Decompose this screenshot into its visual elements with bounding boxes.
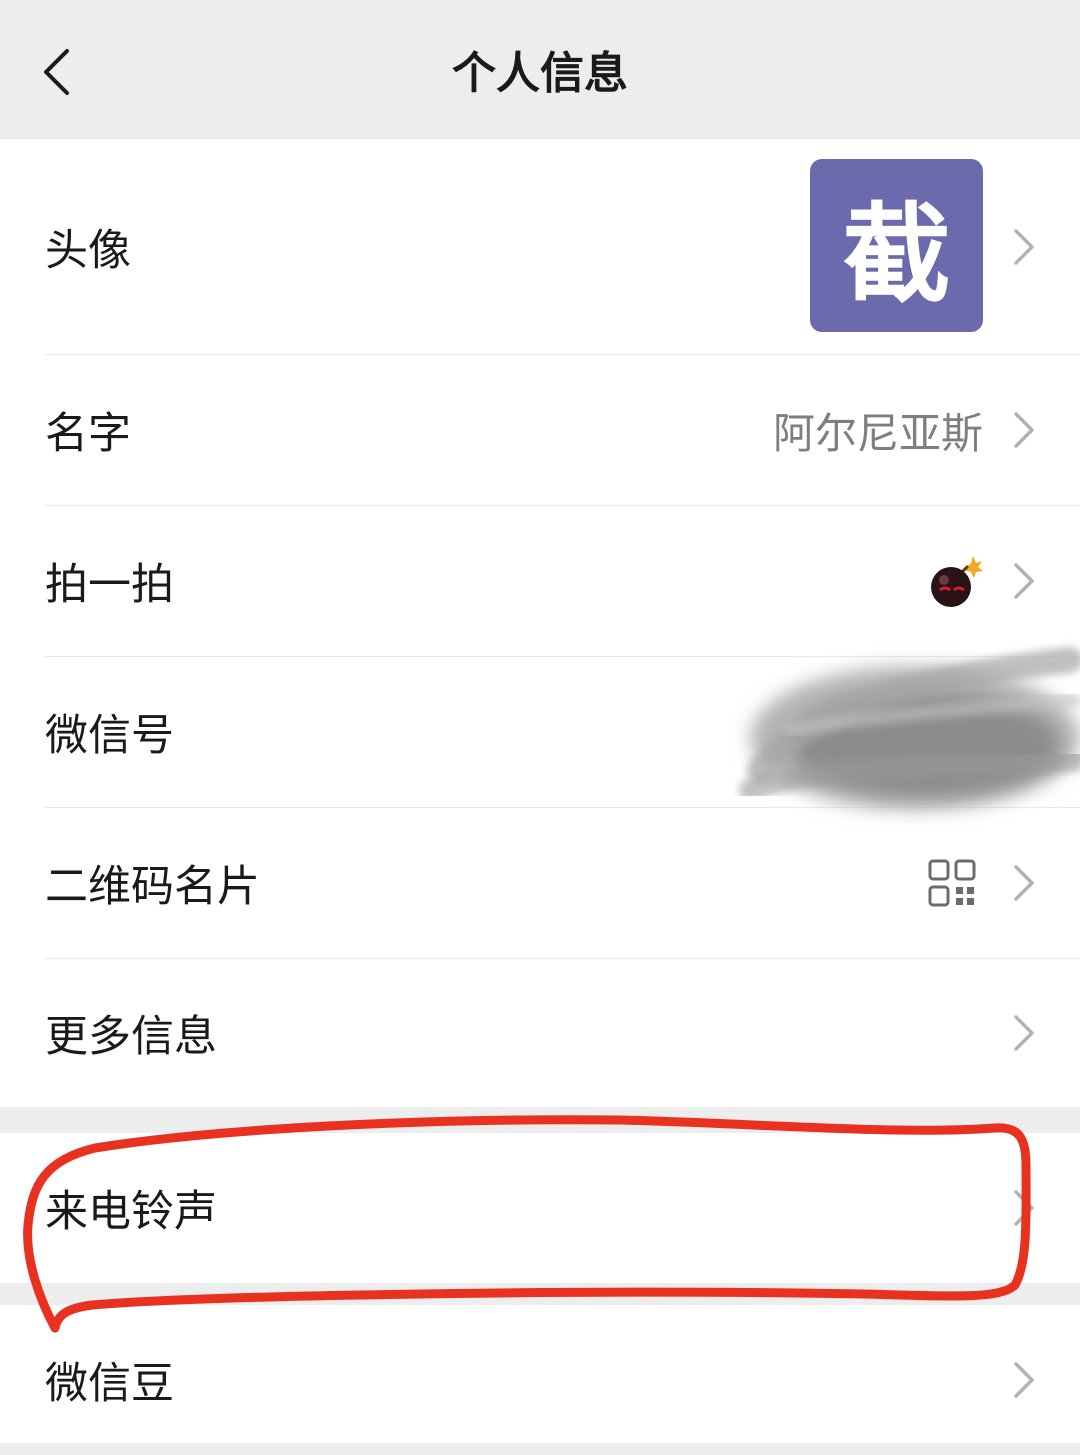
row-wechat-beans[interactable]: 微信豆 bbox=[0, 1305, 1080, 1455]
row-label: 更多信息 bbox=[45, 1012, 217, 1062]
avatar[interactable]: 截 bbox=[810, 159, 983, 332]
row-avatar[interactable]: 头像 截 bbox=[0, 139, 1080, 354]
navigation-bar: 个人信息 bbox=[0, 0, 1080, 139]
chevron-right-icon bbox=[1014, 1015, 1034, 1051]
row-label: 拍一拍 bbox=[45, 560, 174, 610]
row-label: 微信号 bbox=[45, 711, 174, 761]
row-name[interactable]: 名字 阿尔尼亚斯 bbox=[0, 355, 1080, 505]
chevron-right-icon bbox=[1014, 865, 1034, 901]
chevron-right-icon bbox=[1014, 412, 1034, 448]
profile-info-group: 头像 截 名字 阿尔尼亚斯 拍一拍 微信号 二维码名片 更多信息 bbox=[0, 139, 1080, 1107]
page-title: 个人信息 bbox=[452, 48, 628, 99]
row-label: 二维码名片 bbox=[45, 862, 260, 912]
chevron-right-icon bbox=[1014, 1362, 1034, 1398]
row-more-info[interactable]: 更多信息 bbox=[0, 959, 1080, 1107]
chevron-right-icon bbox=[1014, 563, 1034, 599]
wechat-beans-group: 微信豆 bbox=[0, 1305, 1080, 1443]
row-label: 名字 bbox=[45, 409, 131, 459]
row-qr-card[interactable]: 二维码名片 bbox=[0, 808, 1080, 958]
name-value: 阿尔尼亚斯 bbox=[772, 408, 983, 458]
row-pat[interactable]: 拍一拍 bbox=[0, 506, 1080, 656]
row-ringtone[interactable]: 来电铃声 bbox=[0, 1133, 1080, 1283]
ringtone-group: 来电铃声 bbox=[0, 1133, 1080, 1283]
row-label: 头像 bbox=[45, 225, 131, 276]
chevron-right-icon bbox=[1014, 228, 1034, 265]
row-label: 来电铃声 bbox=[45, 1187, 217, 1237]
avatar-text: 截 bbox=[842, 191, 951, 318]
row-label: 微信豆 bbox=[45, 1359, 174, 1409]
row-wechat-id[interactable]: 微信号 bbox=[0, 657, 1080, 807]
bomb-icon bbox=[931, 556, 983, 607]
chevron-right-icon bbox=[1014, 1190, 1034, 1226]
qr-code-icon bbox=[928, 859, 976, 907]
